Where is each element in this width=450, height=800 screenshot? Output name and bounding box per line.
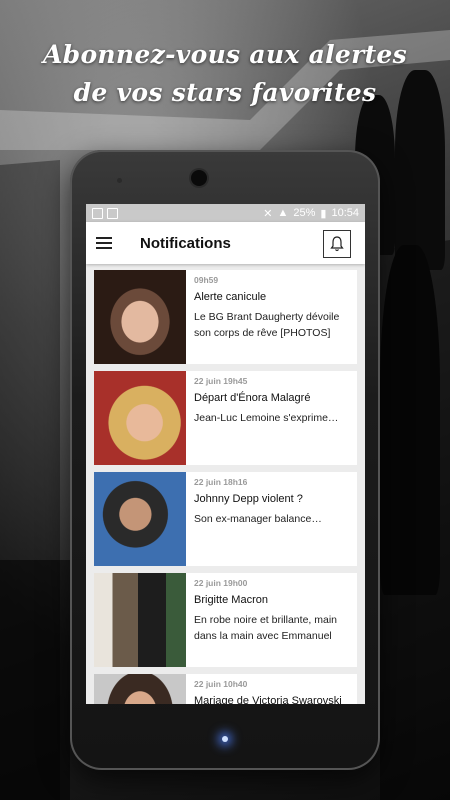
download-icon	[107, 207, 118, 219]
front-camera	[191, 170, 207, 186]
headline-line-1: Abonnez-vous aux alertes	[42, 40, 408, 69]
notification-thumbnail	[94, 573, 186, 667]
headline-line-2: de vos stars favorites	[73, 78, 377, 107]
clock: 10:54	[331, 207, 359, 219]
notification-thumbnail	[94, 674, 186, 704]
notification-thumbnail	[94, 371, 186, 465]
notification-time: 22 juin 19h00	[194, 578, 248, 588]
page-title: Notifications	[140, 234, 231, 252]
home-button[interactable]	[222, 736, 228, 742]
status-indicators: ✕ ▲ 25% ▮ 10:54	[263, 207, 359, 220]
notification-description: En robe noire et brillante, main dans la…	[194, 614, 337, 642]
bell-icon	[330, 236, 344, 252]
notification-description: Son ex-manager balance…	[194, 513, 322, 525]
notification-list: 09h59 Alerte canicule Le BG Brant Daughe…	[86, 264, 365, 704]
notification-description: Le BG Brant Daugherty dévoile son corps …	[194, 311, 340, 339]
background-figure	[380, 245, 440, 595]
notification-card[interactable]: 22 juin 18h16 Johnny Depp violent ? Son …	[94, 472, 357, 566]
hamburger-menu-icon[interactable]	[96, 237, 112, 249]
notification-time: 22 juin 10h40	[194, 679, 248, 689]
notification-title: Johnny Depp violent ?	[194, 493, 303, 505]
status-bar: ✕ ▲ 25% ▮ 10:54	[86, 204, 365, 222]
phone-frame: ✕ ▲ 25% ▮ 10:54 Notifications 09h59 Aler…	[70, 150, 380, 770]
battery-icon: ▮	[320, 207, 327, 220]
phone-screen: ✕ ▲ 25% ▮ 10:54 Notifications 09h59 Aler…	[86, 204, 365, 704]
battery-level: 25%	[293, 207, 316, 219]
notification-card[interactable]: 22 juin 19h45 Départ d'Énora Malagré Jea…	[94, 371, 357, 465]
notification-time: 22 juin 18h16	[194, 477, 248, 487]
notification-time: 09h59	[194, 275, 219, 285]
notification-bell-button[interactable]	[323, 230, 351, 258]
notification-card[interactable]: 22 juin 19h00 Brigitte Macron En robe no…	[94, 573, 357, 667]
notification-card[interactable]: 09h59 Alerte canicule Le BG Brant Daughe…	[94, 270, 357, 364]
notification-thumbnail	[94, 270, 186, 364]
notification-title: Départ d'Énora Malagré	[194, 392, 311, 404]
notification-card[interactable]: 22 juin 10h40 Mariage de Victoria Swarov…	[94, 674, 357, 704]
mute-icon: ✕	[263, 207, 273, 220]
app-bar: Notifications	[86, 222, 365, 264]
notification-time: 22 juin 19h45	[194, 376, 248, 386]
notification-title: Brigitte Macron	[194, 594, 268, 606]
promo-headline: Abonnez-vous aux alertes de vos stars fa…	[0, 36, 450, 112]
status-notification-icons	[92, 207, 118, 219]
notification-title: Alerte canicule	[194, 291, 267, 303]
notification-thumbnail	[94, 472, 186, 566]
signal-icon: ▲	[277, 207, 289, 219]
notification-description: Jean-Luc Lemoine s'exprime…	[194, 412, 339, 424]
proximity-sensor	[117, 178, 122, 183]
gallery-icon	[92, 207, 103, 219]
notification-title: Mariage de Victoria Swarovski	[194, 695, 342, 704]
